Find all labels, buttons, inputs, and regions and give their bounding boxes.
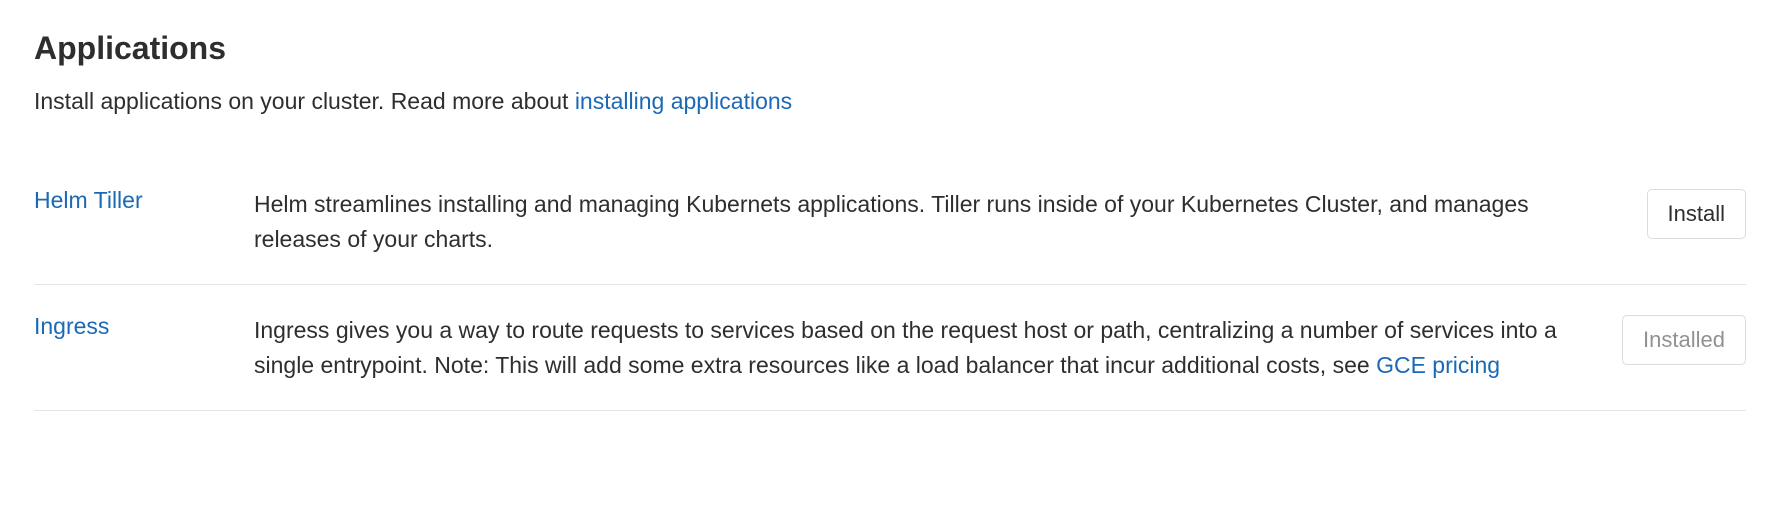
app-description-ingress: Ingress gives you a way to route request…	[254, 313, 1582, 382]
applications-heading: Applications	[34, 30, 1746, 67]
app-name-col: Ingress	[34, 313, 254, 340]
gce-pricing-link[interactable]: GCE pricing	[1376, 352, 1500, 378]
install-button-helm-tiller[interactable]: Install	[1647, 189, 1746, 239]
app-row-ingress: Ingress Ingress gives you a way to route…	[34, 285, 1746, 411]
app-link-helm-tiller[interactable]: Helm Tiller	[34, 187, 143, 213]
app-description-text: Ingress gives you a way to route request…	[254, 317, 1557, 378]
installing-applications-link[interactable]: installing applications	[575, 88, 792, 114]
installed-button-ingress: Installed	[1622, 315, 1746, 365]
app-link-ingress[interactable]: Ingress	[34, 313, 109, 339]
intro-text: Install applications on your cluster. Re…	[34, 88, 575, 114]
app-desc-col: Ingress gives you a way to route request…	[254, 313, 1622, 382]
app-action-col: Install	[1647, 187, 1746, 239]
app-desc-col: Helm streamlines installing and managing…	[254, 187, 1647, 256]
applications-intro: Install applications on your cluster. Re…	[34, 85, 1746, 117]
app-name-col: Helm Tiller	[34, 187, 254, 214]
app-description-helm-tiller: Helm streamlines installing and managing…	[254, 187, 1607, 256]
app-action-col: Installed	[1622, 313, 1746, 365]
app-row-helm-tiller: Helm Tiller Helm streamlines installing …	[34, 187, 1746, 285]
